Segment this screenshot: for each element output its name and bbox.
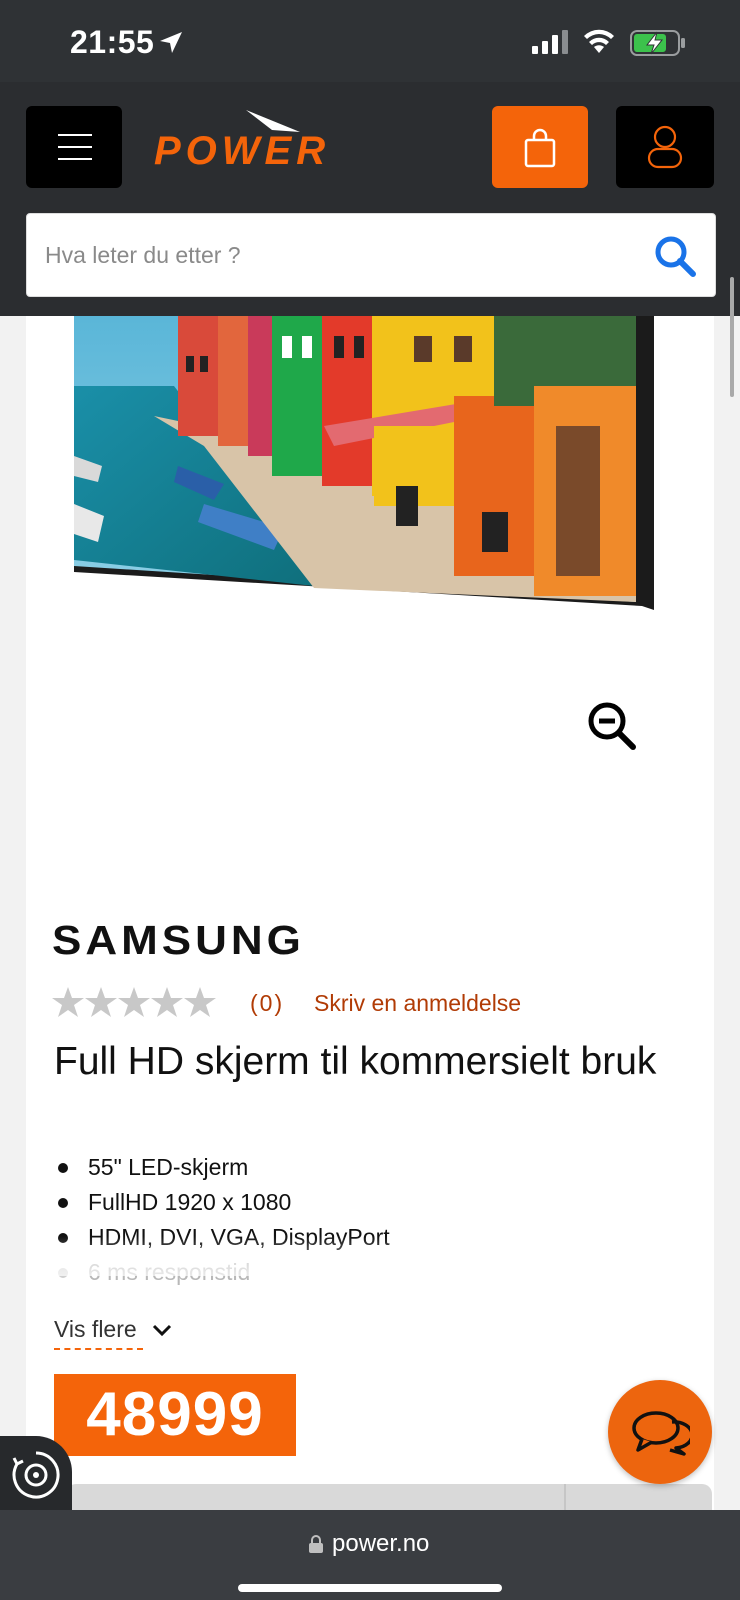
browser-url-bar: power.no <box>0 1510 740 1600</box>
battery-icon <box>630 30 685 56</box>
brand-logo[interactable]: SAMSUNG <box>52 918 305 964</box>
search-box <box>26 213 716 297</box>
lock-icon <box>309 1535 323 1553</box>
cellular-signal-icon <box>532 30 568 54</box>
star-icon <box>118 987 150 1017</box>
feature-item: 55" LED-skjerm <box>54 1150 390 1185</box>
accessibility-button[interactable] <box>0 1436 72 1510</box>
user-icon <box>647 125 683 169</box>
show-more-button[interactable]: Vis flere <box>54 1316 173 1343</box>
cta-divider <box>564 1484 566 1511</box>
zoom-out-icon[interactable] <box>586 700 638 752</box>
feature-item: FullHD 1920 x 1080 <box>54 1185 390 1220</box>
star-icon <box>184 987 216 1017</box>
account-button[interactable] <box>616 106 714 188</box>
scroll-indicator[interactable] <box>730 277 734 397</box>
product-image[interactable] <box>74 316 654 612</box>
status-time: 21:55 <box>70 24 155 60</box>
hamburger-icon-line <box>58 146 92 148</box>
chat-button[interactable] <box>608 1380 712 1484</box>
show-more-label: Vis flere <box>54 1316 137 1342</box>
show-more-underline <box>54 1348 143 1350</box>
cart-button[interactable] <box>492 106 588 188</box>
product-card: SAMSUNG (0) Skriv en anmeldelse Full HD … <box>26 316 714 1511</box>
price: 48999 <box>54 1374 296 1456</box>
review-count[interactable]: (0) <box>250 990 284 1017</box>
add-to-cart-row[interactable] <box>66 1484 712 1511</box>
home-indicator[interactable] <box>238 1584 502 1592</box>
chat-bubbles-icon <box>632 1411 690 1456</box>
hamburger-icon <box>58 134 92 136</box>
wifi-icon <box>584 29 614 53</box>
url-text[interactable]: power.no <box>332 1530 429 1558</box>
chevron-down-icon <box>152 1324 171 1336</box>
site-header: POWER <box>0 82 740 397</box>
star-icon <box>85 987 117 1017</box>
write-review-link[interactable]: Skriv en anmeldelse <box>314 990 521 1017</box>
feature-fade-overlay <box>26 1236 714 1276</box>
rating-stars[interactable] <box>52 986 222 1020</box>
search-input[interactable] <box>43 214 627 296</box>
star-icon <box>151 987 183 1017</box>
logo-text: POWER <box>154 129 330 170</box>
search-icon[interactable] <box>653 234 697 278</box>
power-logo[interactable]: POWER <box>150 106 412 170</box>
hamburger-icon-line <box>58 158 92 160</box>
menu-button[interactable] <box>26 106 122 188</box>
shopping-bag-icon <box>524 128 556 168</box>
accessibility-icon <box>12 1451 60 1499</box>
status-bar: 21:55 <box>0 0 740 82</box>
star-icon <box>52 987 84 1017</box>
location-arrow-icon <box>160 32 182 53</box>
product-title: Full HD skjerm til kommersielt bruk <box>54 1040 657 1083</box>
